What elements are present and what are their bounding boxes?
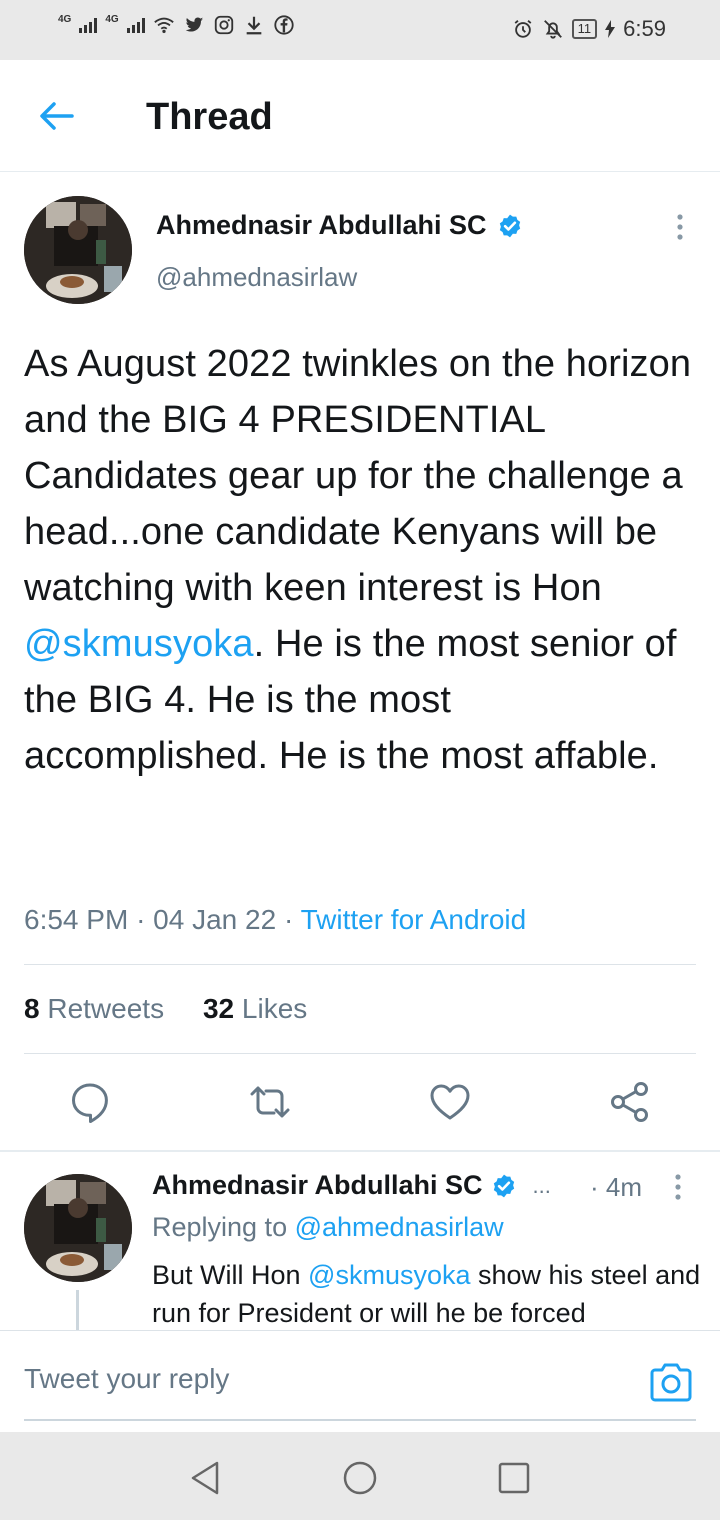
section-separator — [0, 1150, 720, 1152]
thread-header: Thread — [0, 60, 720, 172]
camera-icon[interactable] — [648, 1361, 694, 1403]
input-underline — [24, 1419, 696, 1421]
replying-to-handle-link[interactable]: @ahmednasirlaw — [295, 1212, 504, 1242]
reply-author-avatar[interactable] — [24, 1174, 132, 1282]
system-nav-bar — [0, 1432, 720, 1520]
twitter-bird-icon — [185, 17, 203, 32]
facebook-icon — [274, 15, 294, 35]
author-handle[interactable]: @ahmednasirlaw — [156, 262, 357, 293]
signal-icon — [79, 17, 98, 33]
status-time: 6:59 — [623, 16, 666, 41]
thread-connector-line — [76, 1290, 79, 1330]
nav-home-icon[interactable] — [340, 1458, 380, 1498]
replying-to: Replying to @ahmednasirlaw — [152, 1212, 504, 1243]
author-name[interactable]: Ahmednasir Abdullahi SC — [156, 210, 523, 241]
divider — [24, 1053, 696, 1054]
author-name-text: Ahmednasir Abdullahi SC — [156, 210, 487, 240]
tweet-text: As August 2022 twinkles on the horizon a… — [24, 336, 704, 784]
tweet-actions — [0, 1078, 720, 1128]
wifi-icon — [153, 17, 174, 34]
status-left: 4G 4G — [58, 14, 295, 36]
divider — [24, 964, 696, 965]
alarm-icon — [514, 20, 532, 38]
share-icon[interactable] — [608, 1080, 652, 1124]
back-arrow-icon[interactable] — [36, 96, 76, 136]
retweets-count: 8 — [24, 993, 40, 1024]
tweet-source-link[interactable]: Twitter for Android — [301, 904, 527, 935]
tweet-stats: 8 Retweets 32 Likes — [24, 993, 307, 1025]
network-type-2: 4G — [105, 13, 119, 25]
reply-author-name-text: Ahmednasir Abdullahi SC — [152, 1170, 483, 1200]
verified-badge-icon — [493, 1174, 514, 1197]
status-right: 11 6:59 — [512, 16, 666, 42]
retweets-stat[interactable]: 8 Retweets — [24, 993, 164, 1024]
tweet-text-part: As August 2022 twinkles on the horizon a… — [24, 343, 692, 609]
reply-composer — [0, 1330, 720, 1432]
network-type-1: 4G — [58, 13, 72, 25]
tweet-mention-link[interactable]: @skmusyoka — [24, 623, 254, 665]
nav-recents-icon[interactable] — [494, 1458, 534, 1498]
likes-stat[interactable]: 32 Likes — [203, 993, 307, 1024]
charging-icon — [605, 20, 616, 38]
meta-separator: · — [283, 904, 301, 935]
tweet-time: 6:54 PM — [24, 904, 129, 935]
reply-time: · 4m — [590, 1172, 642, 1203]
mute-icon — [543, 20, 562, 39]
like-heart-icon[interactable] — [428, 1080, 472, 1124]
retweet-icon[interactable] — [248, 1080, 292, 1124]
likes-label: Likes — [241, 993, 308, 1024]
tweet-date: 04 Jan 22 — [153, 904, 277, 935]
more-options-icon[interactable] — [668, 1172, 688, 1202]
page-title: Thread — [146, 96, 273, 138]
status-bar: 4G 4G 11 6:59 — [0, 0, 720, 60]
battery-indicator: 11 — [571, 19, 598, 39]
avatar-photo — [24, 1174, 132, 1282]
nav-back-icon[interactable] — [186, 1458, 226, 1498]
reply-icon[interactable] — [68, 1080, 112, 1124]
replying-prefix: Replying to — [152, 1212, 288, 1242]
meta-separator: · — [590, 1172, 606, 1202]
avatar-photo — [24, 196, 132, 304]
reply-author-name[interactable]: Ahmednasir Abdullahi SC ... — [152, 1170, 551, 1201]
verified-badge-icon — [499, 214, 520, 237]
likes-count: 32 — [202, 993, 235, 1024]
more-options-icon[interactable] — [670, 212, 690, 242]
reply-text: But Will Hon @skmusyoka show his steel a… — [152, 1256, 708, 1332]
download-icon — [246, 16, 262, 35]
reply-text-part: But Will Hon — [152, 1260, 309, 1290]
instagram-icon — [214, 15, 233, 35]
tweet-reply-input[interactable] — [24, 1363, 584, 1395]
tweet-meta: 6:54 PM · 04 Jan 22 · Twitter for Androi… — [24, 904, 526, 936]
handle-truncation: ... — [532, 1172, 551, 1198]
retweets-label: Retweets — [47, 993, 165, 1024]
reply-time-text: 4m — [605, 1172, 643, 1202]
reply-mention-link[interactable]: @skmusyoka — [308, 1260, 470, 1290]
meta-separator: · — [136, 904, 154, 935]
signal-icon-2 — [126, 17, 145, 33]
author-avatar[interactable] — [24, 196, 132, 304]
